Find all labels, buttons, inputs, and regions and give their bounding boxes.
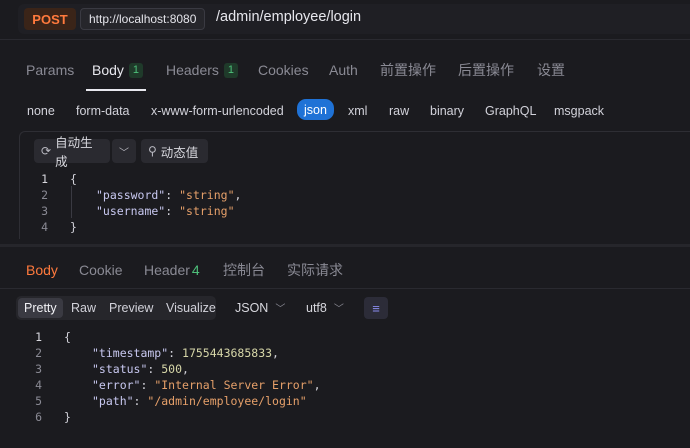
indent-guide: [71, 186, 72, 218]
body-type-binary[interactable]: binary: [430, 102, 464, 120]
code-brace: }: [70, 220, 77, 234]
view-mode-pretty[interactable]: Pretty: [18, 298, 63, 318]
path-input[interactable]: /admin/employee/login: [216, 9, 361, 25]
code-line: "status": 500,: [92, 362, 189, 376]
tab-cookies[interactable]: Cookies: [258, 60, 309, 80]
tab-pre-operations[interactable]: 前置操作: [380, 60, 436, 80]
encoding-select[interactable]: utf8 ﹀: [306, 300, 344, 316]
headers-count-badge: 1: [223, 62, 238, 78]
chevron-down-icon: ﹀: [119, 147, 129, 159]
view-mode-preview[interactable]: Preview: [103, 298, 159, 318]
header-count-badge: 4: [191, 262, 200, 278]
code-line: "username": "string": [96, 204, 235, 218]
tab-headers[interactable]: Headers 1: [166, 60, 238, 80]
divider: [0, 39, 690, 40]
line-number: 4: [41, 220, 48, 234]
dynamic-value-button[interactable]: ⚲ 动态值: [141, 139, 208, 163]
body-type-json[interactable]: json: [297, 99, 334, 120]
body-type-graphql[interactable]: GraphQL: [485, 102, 536, 120]
code-brace: }: [64, 410, 71, 424]
view-mode-raw[interactable]: Raw: [65, 298, 102, 318]
code-line: "path": "/admin/employee/login": [92, 394, 307, 408]
body-type-msgpack[interactable]: msgpack: [554, 102, 604, 120]
method-select[interactable]: POST: [24, 8, 76, 30]
line-number: 3: [35, 362, 42, 376]
view-mode-visualize[interactable]: Visualize: [160, 298, 222, 318]
tab-post-operations[interactable]: 后置操作: [458, 60, 514, 80]
body-type-form-data[interactable]: form-data: [76, 102, 130, 120]
resp-tab-body[interactable]: Body: [26, 260, 58, 280]
line-number: 2: [35, 346, 42, 360]
auto-generate-button[interactable]: ⟳ 自动生成: [34, 136, 110, 169]
code-brace: {: [64, 330, 71, 344]
code-brace: {: [70, 172, 77, 186]
body-type-none[interactable]: none: [27, 102, 55, 120]
line-number: 5: [35, 394, 42, 408]
line-number: 2: [41, 188, 48, 202]
host-field[interactable]: http://localhost:8080: [80, 8, 206, 30]
resp-tab-console[interactable]: 控制台: [223, 260, 265, 280]
tab-settings[interactable]: 设置: [537, 60, 565, 80]
tab-body[interactable]: Body 1: [92, 60, 143, 80]
line-number: 3: [41, 204, 48, 218]
body-type-urlencoded[interactable]: x-www-form-urlencoded: [151, 102, 284, 120]
body-type-xml[interactable]: xml: [348, 102, 367, 120]
magic-wand-icon: ⚲: [148, 144, 157, 158]
word-wrap-button[interactable]: ≡: [364, 297, 388, 319]
format-select[interactable]: JSON ﹀: [235, 300, 286, 316]
tab-params[interactable]: Params: [26, 60, 74, 80]
refresh-icon: ⟳: [41, 144, 52, 158]
code-line: "password": "string",: [96, 188, 242, 202]
body-type-raw[interactable]: raw: [389, 102, 409, 120]
resp-tab-cookie[interactable]: Cookie: [79, 260, 123, 280]
line-number: 1: [35, 330, 42, 344]
code-line: "timestamp": 1755443685833,: [92, 346, 279, 360]
wrap-lines-icon: ≡: [372, 300, 380, 316]
tab-auth[interactable]: Auth: [329, 60, 358, 80]
chevron-down-icon: ﹀: [333, 304, 344, 315]
line-number: 4: [35, 378, 42, 392]
body-count-badge: 1: [128, 62, 143, 78]
auto-generate-dropdown[interactable]: ﹀: [112, 139, 136, 163]
divider: [0, 288, 690, 289]
line-number: 1: [41, 172, 48, 186]
chevron-down-icon: ﹀: [275, 304, 286, 315]
active-tab-indicator: [86, 89, 146, 91]
panel-splitter[interactable]: [0, 244, 690, 247]
code-line: "error": "Internal Server Error",: [92, 378, 321, 392]
line-number: 6: [35, 410, 42, 424]
resp-tab-actual-request[interactable]: 实际请求: [287, 260, 343, 280]
resp-tab-header[interactable]: Header 4: [144, 260, 200, 280]
